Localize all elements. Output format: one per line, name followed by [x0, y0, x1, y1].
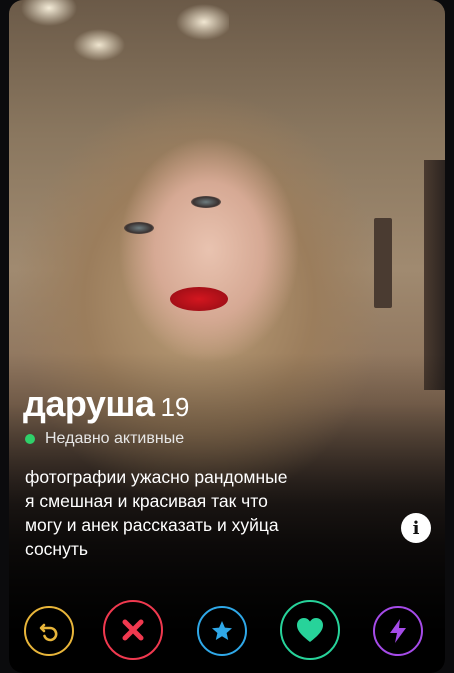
profile-card[interactable]: даруша 19 Недавно активные фотографии ужа…	[9, 0, 445, 673]
name-row: даруша 19	[23, 383, 189, 425]
action-bar	[9, 597, 445, 663]
info-button[interactable]: i	[401, 513, 431, 543]
profile-photo-lips	[170, 287, 228, 311]
bio-line: фотографии ужасно рандомные	[25, 467, 288, 487]
super-like-button[interactable]	[197, 606, 247, 656]
info-icon: i	[412, 517, 420, 539]
active-dot-icon	[25, 434, 35, 444]
nope-button[interactable]	[103, 600, 163, 660]
profile-age: 19	[160, 392, 190, 422]
heart-icon	[297, 618, 323, 642]
like-button[interactable]	[280, 600, 340, 660]
bio-line: я смешная и красивая так что	[25, 491, 268, 511]
x-icon	[122, 619, 144, 641]
activity-status: Недавно активные	[25, 430, 184, 448]
bio-line: могу и анек рассказать и хуйца	[25, 515, 279, 535]
activity-status-label: Недавно активные	[45, 430, 185, 447]
boost-button[interactable]	[373, 606, 423, 656]
profile-photo-background-frame	[374, 218, 392, 308]
rewind-button[interactable]	[24, 606, 74, 656]
profile-photo-chandelier	[19, 0, 229, 75]
rewind-icon	[39, 623, 58, 642]
profile-photo-eye	[124, 222, 154, 234]
star-icon	[212, 621, 232, 640]
profile-bio: фотографии ужасно рандомные я смешная и …	[25, 465, 385, 561]
profile-name: даруша	[23, 383, 155, 424]
lightning-icon	[390, 619, 406, 643]
profile-photo-eye	[191, 196, 221, 208]
bio-line: соснуть	[25, 539, 88, 559]
